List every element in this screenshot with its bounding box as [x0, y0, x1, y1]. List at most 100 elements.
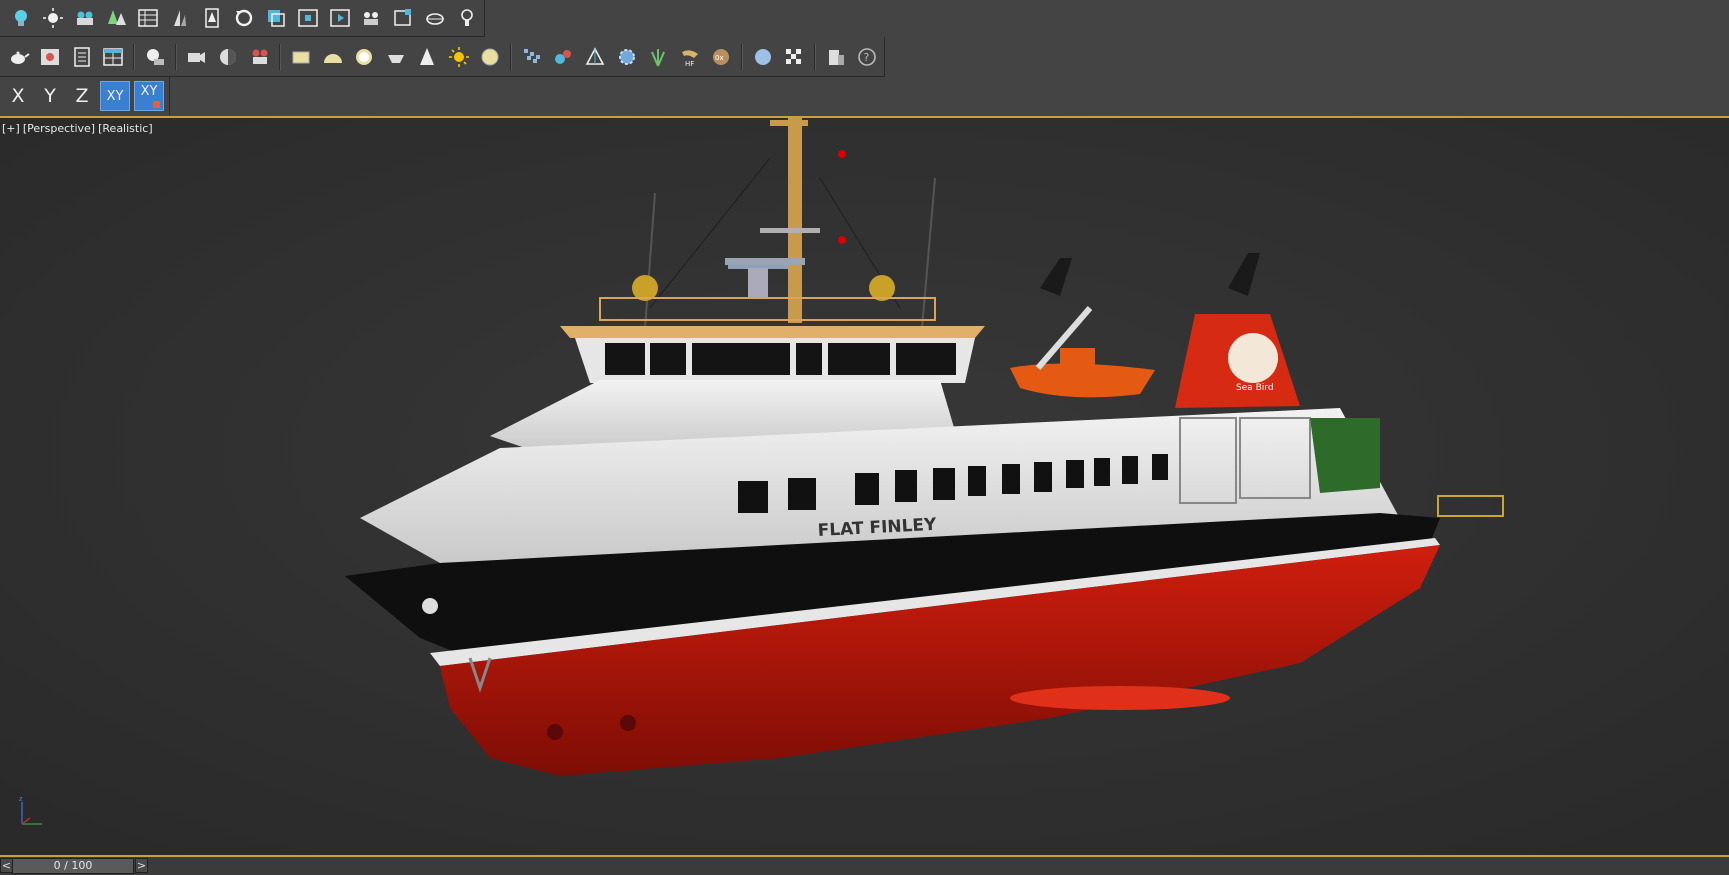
gear-button[interactable] [612, 42, 642, 72]
fur-ball-button[interactable]: 0x [706, 42, 736, 72]
light-bulb-icon [14, 10, 27, 26]
region-button[interactable] [388, 3, 418, 33]
toolbar-separator [740, 43, 743, 70]
viewport-menu-plus[interactable]: [+] [2, 122, 20, 135]
svg-text:z: z [19, 795, 23, 803]
viewport-shading-label[interactable]: [Realistic] [98, 122, 153, 135]
layers-button[interactable] [261, 3, 291, 33]
constrain-xy-button[interactable]: XY [100, 81, 130, 111]
camera-icon [188, 51, 206, 63]
material-editor-button[interactable] [36, 42, 66, 72]
bars-button[interactable] [165, 3, 195, 33]
molecule-button[interactable] [549, 42, 579, 72]
video-camera-button[interactable] [245, 42, 275, 72]
next-frame-button[interactable]: > [135, 858, 148, 873]
toolbar-separator [279, 43, 282, 70]
lamp-icon [461, 9, 473, 26]
sun-light-button[interactable] [38, 3, 68, 33]
light-bulb-button[interactable] [6, 3, 36, 33]
fur-ball-icon: 0x [713, 48, 730, 65]
render-list-icon [74, 46, 90, 67]
help-button[interactable]: ? [853, 42, 883, 72]
teapot-icon [10, 51, 30, 64]
trees-icon [107, 10, 126, 25]
constrain-y-button[interactable]: Y [36, 82, 64, 110]
pyramid-icon [585, 46, 605, 65]
blue-sphere-button[interactable] [748, 42, 778, 72]
checker-button[interactable] [780, 42, 810, 72]
ship-model-render: Sea Bird FLAT FINLEY [0, 118, 1729, 855]
grid-dots-button[interactable] [517, 42, 547, 72]
render-list-button[interactable] [67, 42, 97, 72]
lock-icon [153, 101, 160, 108]
cone-button[interactable] [413, 42, 443, 72]
teapot-button[interactable] [4, 42, 34, 72]
light-plus-button[interactable] [140, 42, 170, 72]
sun-button[interactable] [444, 42, 474, 72]
render-grid-button[interactable] [99, 42, 129, 72]
time-slider[interactable]: 0 / 100 [12, 858, 134, 874]
fit-icon [297, 9, 318, 27]
render-frame-icon [329, 9, 350, 27]
plane-icon [292, 51, 310, 63]
constrain-z-button[interactable]: Z [68, 82, 96, 110]
cameras-button[interactable] [70, 3, 100, 33]
table-button[interactable] [133, 3, 163, 33]
tree-button[interactable] [197, 3, 227, 33]
clipboard-button[interactable] [821, 42, 851, 72]
constrain-xy-lock-button[interactable]: XY [134, 81, 164, 111]
trees-button[interactable] [102, 3, 132, 33]
sun-icon [448, 46, 469, 67]
material-editor-icon [41, 48, 60, 65]
render-setup-button[interactable] [356, 3, 386, 33]
face-button[interactable] [213, 42, 243, 72]
toolbar-separator [133, 43, 136, 70]
hair-fur-button[interactable]: HF [675, 42, 705, 72]
teapot-render-icon [426, 13, 444, 25]
perspective-viewport[interactable]: Sea Bird FLAT FINLEY [+] [Perspective] [… [0, 116, 1729, 857]
light-plus-icon [146, 48, 164, 65]
clipboard-icon [828, 49, 844, 65]
cone-icon [420, 47, 435, 65]
render-frame-button[interactable] [325, 3, 355, 33]
render-grid-icon [103, 47, 124, 66]
face-icon [220, 48, 237, 65]
table-icon [138, 9, 159, 27]
sphere-light-icon [481, 48, 499, 65]
dome-button[interactable] [318, 42, 348, 72]
bars-icon [174, 10, 187, 26]
dome-icon [323, 53, 342, 63]
viewport-view-label[interactable]: [Perspective] [23, 122, 95, 135]
funnel-logo-text: Sea Bird [1236, 383, 1274, 393]
axis-tripod-icon: z [19, 795, 42, 825]
constrain-xy-lock-label: XY [140, 84, 158, 99]
lamp-button[interactable] [452, 3, 482, 33]
plane-button[interactable] [286, 42, 316, 72]
molecule-icon [555, 49, 572, 64]
sun-icon [42, 8, 63, 28]
render-setup-icon [364, 12, 379, 25]
axis-constraints-toolbar: X Y Z XY XY [0, 77, 170, 115]
toolbar-row-2: HF 0x ? [0, 37, 885, 77]
teapot-render-button[interactable] [420, 3, 450, 33]
bowl-button[interactable] [381, 42, 411, 72]
sphere-light-button[interactable] [476, 42, 506, 72]
disc-icon [356, 48, 373, 65]
disc-button[interactable] [349, 42, 379, 72]
pyramid-button[interactable] [580, 42, 610, 72]
time-slider-bar: < 0 / 100 > [0, 857, 1729, 875]
grid-dots-icon [523, 48, 540, 63]
video-camera-icon [252, 49, 268, 64]
svg-text:HF: HF [685, 60, 694, 68]
grass-button[interactable] [643, 42, 673, 72]
fit-button[interactable] [293, 3, 323, 33]
grass-icon [651, 48, 666, 66]
rotate-button[interactable] [229, 3, 259, 33]
region-icon [394, 9, 412, 26]
help-icon: ? [858, 47, 877, 66]
constrain-x-button[interactable]: X [4, 82, 32, 110]
rotate-icon [235, 9, 253, 27]
camera-button[interactable] [182, 42, 212, 72]
checker-icon [786, 48, 802, 64]
toolbar-separator [510, 43, 513, 70]
